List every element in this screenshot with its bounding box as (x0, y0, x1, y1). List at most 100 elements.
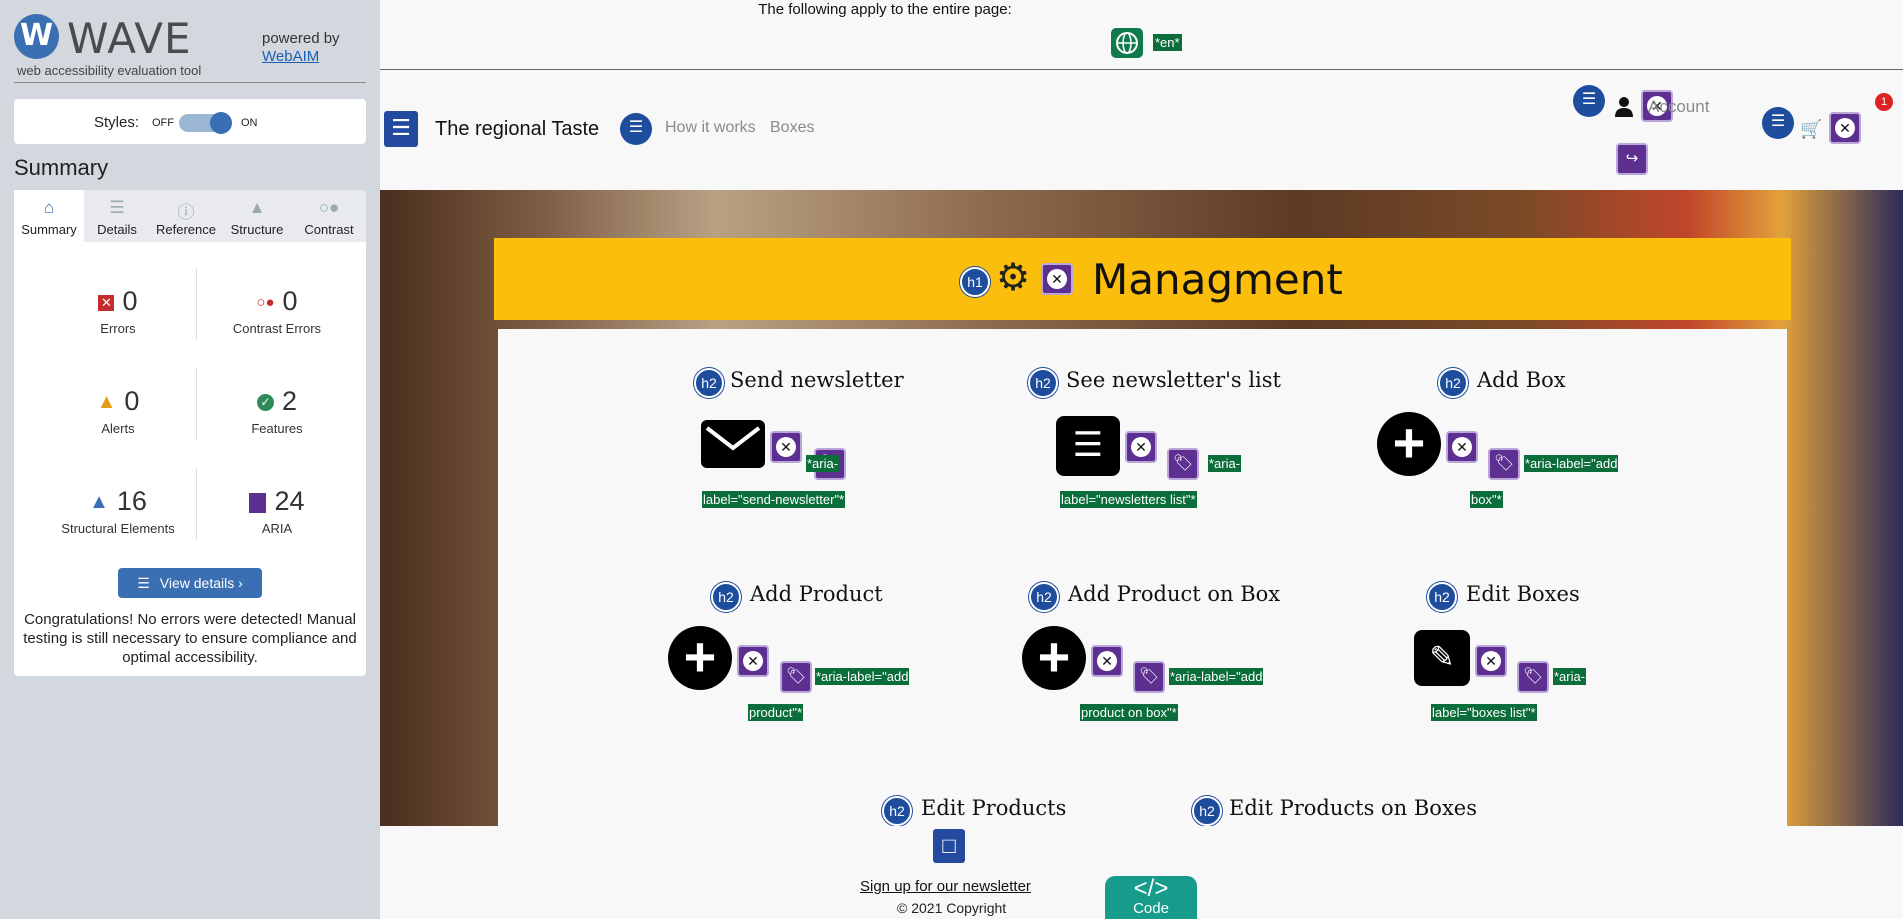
stat-alerts[interactable]: ▲ 0 Alerts (38, 386, 198, 436)
section-add-product: Add Product (750, 582, 883, 606)
tab-reference-label: Reference (156, 222, 216, 237)
plus-icon[interactable]: + (1022, 626, 1086, 690)
contrast-error-icon: ○● (256, 294, 275, 312)
page-heading: Managment (1092, 255, 1343, 304)
aria-icon (249, 492, 267, 513)
alerts-label: Alerts (101, 421, 135, 436)
aria-label-annotation: *aria- label="boxes list"* (1431, 659, 1621, 731)
aria-label-text: *aria- (1208, 455, 1242, 472)
styles-toggle-box: Styles: OFF ON (14, 99, 366, 144)
features-count: 2 (281, 386, 298, 416)
stat-features[interactable]: ✓ 2 Features (197, 386, 357, 436)
nav-how-it-works[interactable]: How it works (665, 119, 756, 137)
evaluated-page: The following apply to the entire page: … (380, 0, 1903, 919)
h2-icon[interactable]: h2 (1028, 368, 1058, 398)
stat-contrast-errors[interactable]: ○● 0 Contrast Errors (197, 286, 357, 336)
section-newsletter-list: See newsletter's list (1066, 368, 1281, 392)
user-icon[interactable] (1614, 96, 1634, 118)
section-edit-boxes: Edit Boxes (1466, 582, 1580, 606)
lang-tag: *en* (1153, 34, 1182, 51)
h2-icon[interactable]: h2 (1192, 796, 1222, 826)
congrats-message: Congratulations! No errors were detected… (23, 611, 357, 666)
h2-icon[interactable]: h2 (1438, 368, 1468, 398)
h2-icon[interactable]: h2 (1427, 582, 1457, 612)
tab-details[interactable]: ☰ Details (84, 190, 150, 242)
wave-sidebar: W WAVE web accessibility evaluation tool… (0, 0, 380, 919)
aria-label-text: *aria- (806, 455, 840, 472)
tab-structure[interactable]: ▲ Structure (222, 190, 292, 242)
section-edit-products: Edit Products (921, 796, 1067, 820)
account-link[interactable]: Account (1648, 97, 1709, 117)
html-landmark-icon[interactable]: ☰ (384, 111, 418, 147)
list-icon[interactable]: ☰ (620, 113, 652, 145)
list-icon[interactable]: ☰ (1573, 85, 1605, 117)
toggle-on-label: ON (241, 117, 258, 129)
styles-toggle-knob[interactable] (210, 112, 232, 134)
brand-title[interactable]: The regional Taste (435, 118, 599, 141)
stat-aria[interactable]: 24 ARIA (197, 486, 357, 536)
h1-icon[interactable]: h1 (960, 267, 990, 297)
aria-label-text: *aria-label="add (1524, 455, 1619, 472)
h2-icon[interactable]: h2 (694, 368, 724, 398)
footer-landmark-icon[interactable]: □ (933, 829, 965, 863)
alert-icon: ▲ (96, 391, 117, 414)
h2-icon[interactable]: h2 (882, 796, 912, 826)
section-edit-products-on-boxes: Edit Products on Boxes (1229, 796, 1478, 820)
powered-by: powered by WebAIM (262, 30, 340, 66)
code-icon: </> (1133, 875, 1169, 902)
powered-by-label: powered by (262, 30, 340, 47)
list-icon[interactable]: ☰ (1762, 107, 1794, 139)
view-details-label: View details › (159, 575, 243, 591)
aria-label-text: *aria-label="add (1169, 668, 1264, 685)
structure-icon: ▲ (89, 491, 109, 514)
stat-structural[interactable]: ▲ 16 Structural Elements (38, 486, 198, 536)
plus-icon[interactable]: + (668, 626, 732, 690)
aria-label-text: product"* (748, 704, 804, 721)
contrast-errors-label: Contrast Errors (232, 321, 322, 336)
aria-icon[interactable]: ✕ (1829, 112, 1861, 144)
tab-summary-label: Summary (21, 222, 77, 237)
structural-count: 16 (116, 486, 147, 516)
code-button[interactable]: </> Code (1105, 876, 1197, 919)
aria-label-text: label="newsletters list"* (1060, 491, 1197, 508)
features-label: Features (251, 421, 303, 436)
structural-label: Structural Elements (61, 521, 175, 536)
page-divider (380, 69, 1903, 70)
aria-label-annotation: *aria-label="add product"* (748, 659, 938, 731)
error-icon: ✕ (98, 294, 115, 311)
webaim-link[interactable]: WebAIM (262, 48, 319, 65)
view-details-list-icon: ☰ (137, 575, 150, 591)
info-icon: ⓘ (177, 203, 195, 222)
feature-icon: ✓ (256, 394, 274, 412)
tab-reference[interactable]: ⓘ Reference (150, 190, 222, 242)
copyright-text: © 2021 Copyright (897, 900, 1007, 916)
tab-contrast[interactable]: ○● Contrast (292, 190, 366, 242)
tab-summary[interactable]: ⌂ Summary (14, 190, 84, 242)
alerts-count: 0 (124, 386, 140, 416)
h2-icon[interactable]: h2 (711, 582, 741, 612)
h2-icon[interactable]: h2 (1029, 582, 1059, 612)
aria-label-annotation: *aria-label="add product on box"* (1080, 659, 1270, 731)
stat-errors[interactable]: ✕ 0 Errors (38, 286, 198, 336)
aria-label-text: *aria-label="add (815, 668, 910, 685)
aria-label-text: label="send-newsletter"* (702, 491, 846, 508)
tab-details-label: Details (97, 222, 137, 237)
wave-logo-icon: W (14, 14, 59, 59)
aria-icon[interactable]: ✕ (1041, 263, 1073, 295)
view-details-button[interactable]: ☰ View details › (118, 568, 262, 598)
aria-tabindex-icon[interactable]: ↪ (1616, 143, 1648, 175)
newsletter-signup-link[interactable]: Sign up for our newsletter (860, 878, 1031, 895)
section-add-box: Add Box (1477, 368, 1566, 392)
cart-icon[interactable]: 🛒 (1800, 119, 1822, 140)
wave-tabbar: ⌂ Summary ☰ Details ⓘ Reference ▲ Struct… (14, 190, 366, 242)
globe-icon[interactable] (1111, 28, 1143, 58)
aria-label-text: box"* (1470, 491, 1503, 508)
nav-boxes[interactable]: Boxes (770, 119, 814, 137)
aria-label-text: label="boxes list"* (1431, 704, 1537, 721)
styles-label: Styles: (94, 114, 140, 131)
wave-logo-text: WAVE (67, 14, 192, 63)
page-apply-text: The following apply to the entire page: (758, 1, 1012, 18)
gear-icon: ⚙ (996, 257, 1031, 299)
errors-count: 0 (122, 286, 138, 316)
plus-icon[interactable]: + (1377, 412, 1441, 476)
